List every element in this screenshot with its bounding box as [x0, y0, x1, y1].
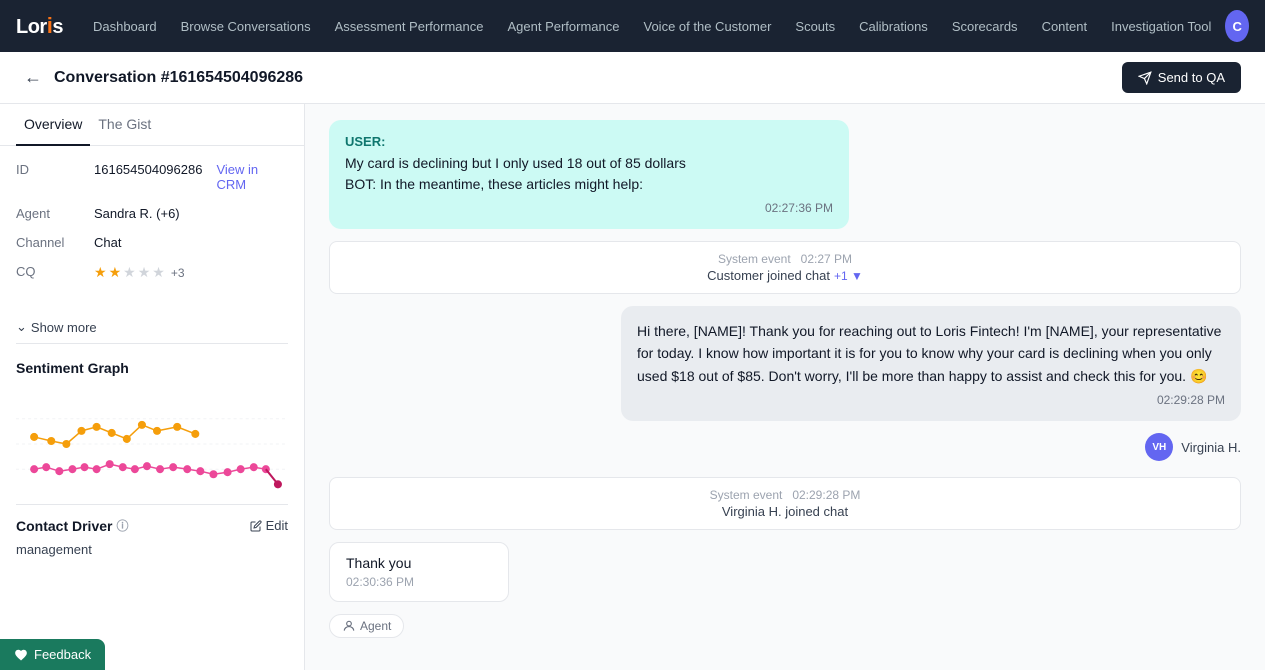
agent-message-time: 02:29:28 PM	[637, 393, 1225, 407]
cq-plus-count: +3	[171, 266, 185, 280]
back-button[interactable]: ←	[24, 67, 42, 88]
agent-message-footer: VH Virginia H.	[329, 433, 1241, 461]
star-2: ★	[109, 264, 122, 281]
info-icon: ⓘ	[116, 517, 128, 534]
tab-bar: Overview The Gist	[0, 104, 304, 146]
star-5: ★	[152, 264, 165, 281]
meta-id-row: ID 161654504096286 View in CRM	[16, 162, 288, 192]
star-1: ★	[94, 264, 107, 281]
user-label: USER:	[345, 134, 833, 149]
contact-driver-value: management	[0, 542, 304, 565]
nav-item-dashboard[interactable]: Dashboard	[83, 13, 167, 40]
id-label: ID	[16, 162, 86, 177]
agent-value: Sandra R. (+6)	[94, 206, 180, 221]
feedback-button[interactable]: Feedback	[0, 639, 105, 670]
tab-the-gist[interactable]: The Gist	[90, 104, 159, 146]
system-event-time-1: System event 02:27 PM	[346, 252, 1224, 266]
user-message-time: 02:27:36 PM	[345, 201, 833, 215]
star-4: ★	[138, 264, 151, 281]
chevron-down-icon: ⌄	[16, 319, 27, 335]
nav-item-investigation-tool[interactable]: Investigation Tool	[1101, 13, 1221, 40]
agent-icon	[342, 619, 356, 633]
nav-item-content[interactable]: Content	[1032, 13, 1098, 40]
small-message-text: Thank you	[346, 555, 492, 571]
edit-button[interactable]: Edit	[250, 518, 288, 533]
meta-channel-row: Channel Chat	[16, 235, 288, 250]
meta-cq-row: CQ ★ ★ ★ ★ ★ +3	[16, 264, 288, 281]
contact-driver-title: Contact Driver ⓘ	[16, 517, 128, 534]
agent-tag-row: Agent	[329, 614, 1241, 638]
conversation-title: Conversation #161654504096286	[54, 69, 303, 87]
agent-message-bubble: Hi there, [NAME]! Thank you for reaching…	[621, 306, 1241, 421]
pencil-icon	[250, 520, 262, 532]
system-event-time-2: System event 02:29:28 PM	[346, 488, 1224, 502]
system-event-2: System event 02:29:28 PM Virginia H. joi…	[329, 477, 1241, 530]
id-value: 161654504096286	[94, 162, 202, 177]
nav-item-voice-of-customer[interactable]: Voice of the Customer	[634, 13, 782, 40]
agent-name: Virginia H.	[1181, 440, 1241, 455]
agent-message-text: Hi there, [NAME]! Thank you for reaching…	[637, 320, 1225, 387]
system-event-text-1: Customer joined chat +1 ▼	[346, 268, 1224, 283]
nav-item-scouts[interactable]: Scouts	[785, 13, 845, 40]
agent-label: Agent	[16, 206, 86, 221]
small-message-time: 02:30:36 PM	[346, 575, 492, 589]
meta-section: ID 161654504096286 View in CRM Agent San…	[0, 146, 304, 311]
show-more-button[interactable]: ⌄ Show more	[0, 311, 304, 343]
send-to-qa-button[interactable]: Send to QA	[1122, 62, 1241, 93]
channel-value: Chat	[94, 235, 121, 250]
contact-driver-header: Contact Driver ⓘ Edit	[0, 505, 304, 542]
agent-avatar-vh: VH	[1145, 433, 1173, 461]
message-user-2: Thank you 02:30:36 PM	[329, 542, 509, 602]
nav-item-agent-performance[interactable]: Agent Performance	[497, 13, 629, 40]
nav-item-scorecards[interactable]: Scorecards	[942, 13, 1028, 40]
navbar: Loris Dashboard Browse Conversations Ass…	[0, 0, 1265, 52]
star-3: ★	[123, 264, 136, 281]
system-event-text-2: Virginia H. joined chat	[346, 504, 1224, 519]
system-event-1: System event 02:27 PM Customer joined ch…	[329, 241, 1241, 294]
cq-label: CQ	[16, 264, 86, 279]
meta-agent-row: Agent Sandra R. (+6)	[16, 206, 288, 221]
channel-label: Channel	[16, 235, 86, 250]
nav-item-calibrations[interactable]: Calibrations	[849, 13, 938, 40]
tab-overview[interactable]: Overview	[16, 104, 90, 146]
view-in-crm-link[interactable]: View in CRM	[216, 162, 288, 192]
nav-item-assessment-performance[interactable]: Assessment Performance	[325, 13, 494, 40]
cq-stars: ★ ★ ★ ★ ★ +3	[94, 264, 185, 281]
page-header: ← Conversation #161654504096286 Send to …	[0, 52, 1265, 104]
message-user-1: USER: My card is declining but I only us…	[329, 120, 849, 229]
user-message-text: My card is declining but I only used 18 …	[345, 153, 833, 195]
feedback-label: Feedback	[34, 647, 91, 662]
sentiment-graph-title: Sentiment Graph	[0, 344, 304, 384]
system-event-expand-1[interactable]: +1 ▼	[834, 269, 863, 283]
main-content: Overview The Gist ID 161654504096286 Vie…	[0, 104, 1265, 670]
sentiment-graph-chart	[0, 384, 304, 504]
feedback-icon	[14, 648, 28, 662]
user-avatar[interactable]: C	[1225, 10, 1249, 42]
nav-item-browse-conversations[interactable]: Browse Conversations	[171, 13, 321, 40]
chat-panel: USER: My card is declining but I only us…	[305, 104, 1265, 670]
send-icon	[1138, 71, 1152, 85]
agent-message-1: Hi there, [NAME]! Thank you for reaching…	[329, 306, 1241, 461]
left-panel: Overview The Gist ID 161654504096286 Vie…	[0, 104, 305, 670]
sentiment-svg	[16, 384, 288, 504]
agent-tag[interactable]: Agent	[329, 614, 404, 638]
logo[interactable]: Loris	[16, 13, 63, 39]
